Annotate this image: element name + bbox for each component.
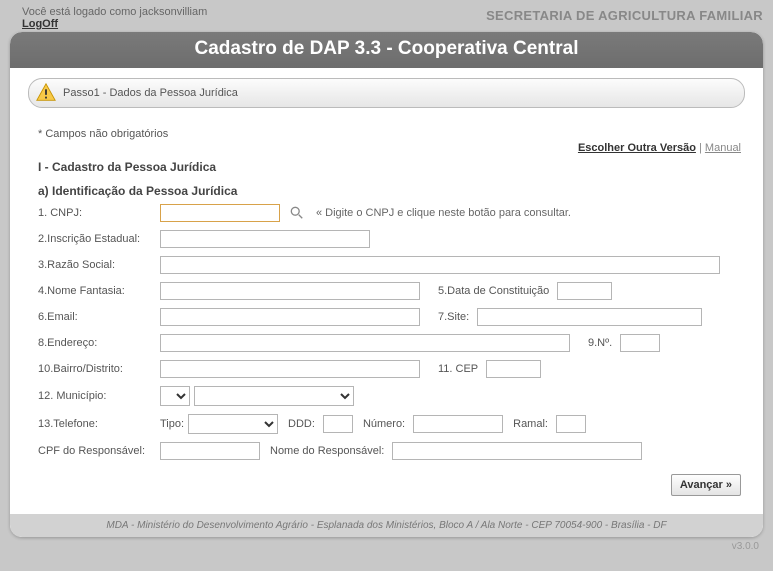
secretaria-title: SECRETARIA DE AGRICULTURA FAMILIAR	[486, 6, 763, 23]
num-label: 9.Nº.	[588, 337, 612, 349]
municipio-nome-select[interactable]	[194, 386, 354, 406]
fantasia-label: 4.Nome Fantasia:	[38, 285, 156, 297]
login-info: Você está logado como jacksonvilliam	[22, 6, 207, 18]
ddd-input[interactable]	[323, 415, 353, 433]
nome-resp-input[interactable]	[392, 442, 642, 460]
manual-link[interactable]: Manual	[705, 142, 741, 154]
razao-input[interactable]	[160, 256, 720, 274]
warning-icon	[35, 82, 57, 104]
cpf-resp-input[interactable]	[160, 442, 260, 460]
cnpj-hint: « Digite o CNPJ e clique neste botão par…	[316, 207, 571, 219]
subsection-heading: a) Identificação da Pessoa Jurídica	[38, 184, 741, 198]
endereco-label: 8.Endereço:	[38, 337, 156, 349]
ramal-label: Ramal:	[513, 418, 548, 430]
logoff-link[interactable]: LogOff	[22, 18, 58, 30]
advance-button[interactable]: Avançar »	[671, 474, 741, 496]
tipo-label: Tipo:	[160, 418, 184, 430]
email-label: 6.Email:	[38, 311, 156, 323]
razao-label: 3.Razão Social:	[38, 259, 156, 271]
version-label: v3.0.0	[0, 537, 773, 552]
num-input[interactable]	[620, 334, 660, 352]
link-separator: |	[696, 142, 705, 154]
numero-input[interactable]	[413, 415, 503, 433]
cnpj-input[interactable]	[160, 204, 280, 222]
step-indicator: Passo1 - Dados da Pessoa Jurídica	[28, 78, 745, 108]
cep-label: 11. CEP	[438, 363, 478, 375]
inscricao-label: 2.Inscrição Estadual:	[38, 233, 156, 245]
tipo-select[interactable]	[188, 414, 278, 434]
data-const-label: 5.Data de Constituição	[438, 285, 549, 297]
footer-text: MDA - Ministério do Desenvolvimento Agrá…	[10, 514, 763, 537]
data-const-input[interactable]	[557, 282, 612, 300]
municipio-uf-select[interactable]	[160, 386, 190, 406]
cnpj-lookup-button[interactable]	[288, 204, 306, 222]
endereco-input[interactable]	[160, 334, 570, 352]
bairro-input[interactable]	[160, 360, 420, 378]
magnifier-icon	[290, 206, 304, 220]
ramal-input[interactable]	[556, 415, 586, 433]
ddd-label: DDD:	[288, 418, 315, 430]
required-note: * Campos não obrigatórios	[38, 128, 741, 140]
numero-label: Número:	[363, 418, 405, 430]
section-heading: I - Cadastro da Pessoa Jurídica	[38, 160, 741, 174]
cpf-resp-label: CPF do Responsável:	[38, 445, 156, 457]
municipio-label: 12. Município:	[38, 390, 156, 402]
site-label: 7.Site:	[438, 311, 469, 323]
choose-version-link[interactable]: Escolher Outra Versão	[578, 142, 696, 154]
fantasia-input[interactable]	[160, 282, 420, 300]
cnpj-label: 1. CNPJ:	[38, 207, 156, 219]
nome-resp-label: Nome do Responsável:	[270, 445, 384, 457]
telefone-label: 13.Telefone:	[38, 418, 156, 430]
bairro-label: 10.Bairro/Distrito:	[38, 363, 156, 375]
inscricao-input[interactable]	[160, 230, 370, 248]
site-input[interactable]	[477, 308, 702, 326]
page-title: Cadastro de DAP 3.3 - Cooperativa Centra…	[10, 32, 763, 68]
step-label: Passo1 - Dados da Pessoa Jurídica	[63, 87, 238, 99]
cep-input[interactable]	[486, 360, 541, 378]
email-input[interactable]	[160, 308, 420, 326]
main-panel: Cadastro de DAP 3.3 - Cooperativa Centra…	[10, 32, 763, 537]
